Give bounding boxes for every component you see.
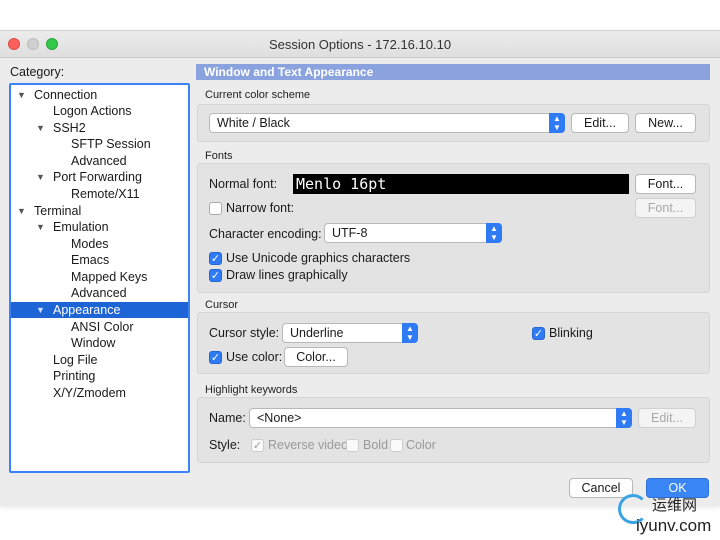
normal-font-button[interactable]: Font... — [635, 174, 696, 194]
title-bar[interactable]: Session Options - 172.16.10.10 — [0, 31, 720, 58]
category-tree[interactable]: ▼ Connection Logon Actions ▼ SSH2 SFTP S… — [9, 83, 190, 473]
draw-lines-checkbox[interactable]: ✓ — [209, 269, 222, 282]
cursor-group-label: Cursor — [205, 299, 239, 311]
disclosure-triangle-icon[interactable]: ▼ — [36, 169, 45, 185]
tree-item-xyzmodem[interactable]: X/Y/Zmodem — [11, 385, 188, 401]
narrow-font-button[interactable]: Font... — [635, 198, 696, 218]
tree-item-modes[interactable]: Modes — [11, 236, 188, 252]
tree-item-ssh2-advanced[interactable]: Advanced — [11, 153, 188, 169]
tree-item-emulation-advanced[interactable]: Advanced — [11, 285, 188, 301]
tree-item-connection[interactable]: ▼ Connection — [11, 87, 188, 103]
tree-item-port-forwarding[interactable]: ▼ Port Forwarding — [11, 169, 188, 185]
normal-font-preview: Menlo 16pt — [293, 174, 629, 194]
tree-item-sftp-session[interactable]: SFTP Session — [11, 136, 188, 152]
new-color-scheme-button[interactable]: New... — [635, 113, 696, 133]
tree-item-printing[interactable]: Printing — [11, 368, 188, 384]
select-arrows-icon: ▲ ▼ — [402, 323, 418, 343]
reverse-video-checkbox[interactable]: ✓ — [251, 439, 264, 452]
tree-item-emacs[interactable]: Emacs — [11, 252, 188, 268]
cursor-color-button[interactable]: Color... — [284, 347, 348, 367]
reverse-video-label: Reverse video — [268, 438, 348, 452]
cursor-style-label: Cursor style: — [209, 326, 280, 340]
tree-item-mapped-keys[interactable]: Mapped Keys — [11, 269, 188, 285]
highlight-edit-button[interactable]: Edit... — [638, 408, 696, 428]
highlight-group — [197, 397, 710, 463]
tree-item-emulation[interactable]: ▼ Emulation — [11, 219, 188, 235]
tree-item-appearance[interactable]: ▼ Appearance — [11, 302, 188, 318]
category-label: Category: — [10, 65, 65, 79]
color-scheme-select[interactable]: White / Black ▲ ▼ — [209, 113, 565, 133]
edit-color-scheme-button[interactable]: Edit... — [571, 113, 629, 133]
blinking-label: Blinking — [549, 326, 593, 340]
bold-checkbox[interactable] — [346, 439, 359, 452]
blinking-checkbox[interactable]: ✓ — [532, 327, 545, 340]
watermark-url: iyunv.com — [636, 516, 712, 535]
highlight-name-select[interactable]: <None> ▲ ▼ — [249, 408, 632, 428]
select-arrows-icon: ▲ ▼ — [486, 223, 502, 243]
disclosure-triangle-icon[interactable]: ▼ — [36, 219, 45, 235]
highlight-style-label: Style: — [209, 438, 241, 452]
bold-label: Bold — [363, 438, 389, 452]
normal-font-label: Normal font: — [209, 177, 278, 191]
disclosure-triangle-icon[interactable]: ▼ — [17, 203, 26, 219]
use-color-checkbox[interactable]: ✓ — [209, 351, 222, 364]
watermark-site-name: 运维网 — [652, 496, 698, 514]
cursor-style-select[interactable]: Underline ▲ ▼ — [282, 323, 418, 343]
tree-item-ansi-color[interactable]: ANSI Color — [11, 319, 188, 335]
cursor-group — [197, 312, 710, 374]
window-title: Session Options - 172.16.10.10 — [268, 37, 452, 52]
watermark: 运维网 iyunv.com — [612, 492, 720, 540]
color-scheme-group-label: Current color scheme — [205, 89, 311, 101]
disclosure-triangle-icon[interactable]: ▼ — [17, 87, 26, 103]
select-arrows-icon: ▲ ▼ — [549, 113, 565, 133]
unicode-graphics-checkbox[interactable]: ✓ — [209, 252, 222, 265]
unicode-graphics-label: Use Unicode graphics characters — [226, 251, 411, 265]
narrow-font-label: Narrow font: — [226, 201, 295, 215]
use-color-label: Use color: — [226, 350, 283, 364]
tree-item-logon-actions[interactable]: Logon Actions — [11, 103, 188, 119]
disclosure-triangle-icon[interactable]: ▼ — [36, 120, 45, 136]
draw-lines-label: Draw lines graphically — [226, 268, 348, 282]
tree-item-window[interactable]: Window — [11, 335, 188, 351]
narrow-font-checkbox[interactable] — [209, 202, 222, 215]
select-arrows-icon: ▲ ▼ — [616, 408, 632, 428]
tree-item-ssh2[interactable]: ▼ SSH2 — [11, 120, 188, 136]
highlight-group-label: Highlight keywords — [205, 384, 298, 396]
character-encoding-label: Character encoding: — [209, 227, 322, 241]
tree-item-remote-x11[interactable]: Remote/X11 — [11, 186, 188, 202]
character-encoding-select[interactable]: UTF-8 ▲ ▼ — [324, 223, 502, 243]
fonts-group-label: Fonts — [205, 150, 233, 162]
disclosure-triangle-icon[interactable]: ▼ — [36, 302, 45, 318]
tree-item-log-file[interactable]: Log File — [11, 352, 188, 368]
tree-item-terminal[interactable]: ▼ Terminal — [11, 203, 188, 219]
color-label: Color — [406, 438, 436, 452]
highlight-name-label: Name: — [209, 411, 246, 425]
color-checkbox[interactable] — [390, 439, 403, 452]
panel-header: Window and Text Appearance — [196, 64, 710, 80]
